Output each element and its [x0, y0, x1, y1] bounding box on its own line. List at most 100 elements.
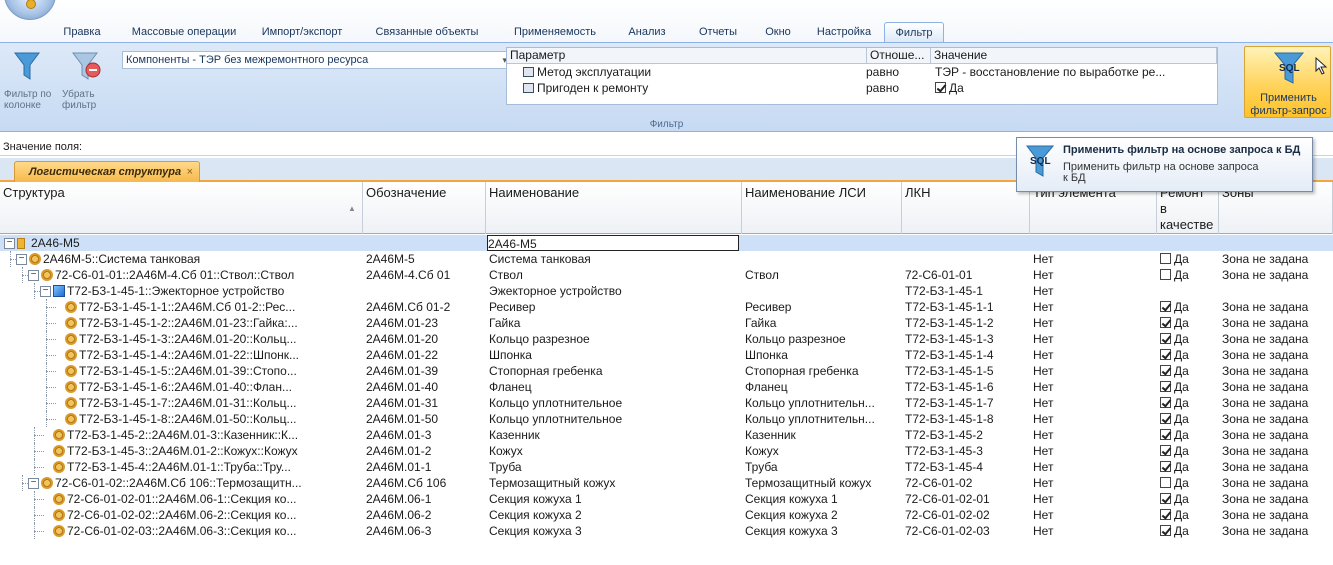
cell-lkn[interactable]: 72-С6-01-02 — [905, 475, 1028, 491]
cell-zone[interactable]: Зона не задана — [1222, 507, 1333, 523]
table-row[interactable]: Т72-Б3-1-45-1-7::2А46М.01-31::Кольц... 2А… — [0, 395, 1333, 411]
cell-lsi-name[interactable]: Шпонка — [745, 347, 900, 363]
cell-structure[interactable]: Т72-Б3-1-45-1::Эжекторное устройство — [67, 283, 361, 299]
collapse-toggle[interactable]: − — [16, 254, 27, 265]
cell-designation[interactable] — [366, 283, 484, 299]
cell-zone[interactable]: Зона не задана — [1222, 459, 1333, 475]
cell-zone[interactable]: Зона не задана — [1222, 267, 1333, 283]
table-row[interactable]: Т72-Б3-1-45-2::2А46М.01-3::Казенник::К..… — [0, 427, 1333, 443]
cell-lkn[interactable]: 72-С6-01-02-01 — [905, 491, 1028, 507]
checkbox[interactable] — [1160, 525, 1171, 536]
cell-designation[interactable]: 2А46М.01-23 — [366, 315, 484, 331]
cell-repair[interactable]: Да — [1160, 331, 1218, 347]
tab-edit[interactable]: Правка — [60, 22, 104, 42]
cell-zone[interactable]: Зона не задана — [1222, 379, 1333, 395]
table-row[interactable]: 72-С6-01-02-01::2А46М.06-1::Секция ко...… — [0, 491, 1333, 507]
table-row[interactable]: Т72-Б3-1-45-1-8::2А46М.01-50::Кольц... 2А… — [0, 411, 1333, 427]
cell-structure[interactable]: 72-С6-01-02::2А46М.Сб 106::Термозащитн..… — [55, 475, 361, 491]
cell-designation[interactable]: 2А46М.01-22 — [366, 347, 484, 363]
cell-lsi-name[interactable] — [745, 235, 900, 251]
cell-name[interactable]: Фланец — [489, 379, 739, 395]
cell-zone[interactable]: Зона не задана — [1222, 523, 1333, 539]
cell-lsi-name[interactable]: Труба — [745, 459, 900, 475]
tab-applicability[interactable]: Применяемость — [508, 22, 602, 42]
cell-repair[interactable]: Да — [1160, 427, 1218, 443]
cell-name[interactable]: 2А46-М5 — [487, 235, 739, 251]
cell-name[interactable]: Секция кожуха 3 — [489, 523, 739, 539]
cell-structure[interactable]: 72-С6-01-01::2А46М-4.Сб 01::Ствол::Ствол — [55, 267, 361, 283]
cell-repair[interactable]: Да — [1160, 395, 1218, 411]
cell-element-type[interactable]: Нет — [1033, 395, 1153, 411]
table-row[interactable]: Т72-Б3-1-45-4::2А46М.01-1::Труба::Тру...… — [0, 459, 1333, 475]
cell-designation[interactable]: 2А46М.01-40 — [366, 379, 484, 395]
checkbox[interactable] — [1160, 445, 1171, 456]
collapse-toggle[interactable]: − — [28, 478, 39, 489]
cell-structure[interactable]: Т72-Б3-1-45-1-4::2А46М.01-22::Шпонк... — [79, 347, 361, 363]
cell-lsi-name[interactable]: Кольцо уплотнительн... — [745, 395, 900, 411]
cell-element-type[interactable]: Нет — [1033, 507, 1153, 523]
column-header-structure[interactable]: Структура — [0, 182, 363, 234]
table-row[interactable]: Т72-Б3-1-45-1-2::2А46М.01-23::Гайка:... 2… — [0, 315, 1333, 331]
checkbox[interactable] — [1160, 317, 1171, 328]
cell-structure[interactable]: 72-С6-01-02-03::2А46М.06-3::Секция ко... — [67, 523, 361, 539]
cell-designation[interactable]: 2А46М.01-39 — [366, 363, 484, 379]
filter-row-param[interactable]: Пригоден к ремонту — [523, 80, 853, 96]
cell-lkn[interactable]: Т72-Б3-1-45-1-6 — [905, 379, 1028, 395]
cell-lsi-name[interactable] — [745, 251, 900, 267]
doc-tab-logistic-structure[interactable]: Логистическая структура × — [14, 161, 200, 182]
cell-element-type[interactable]: Нет — [1033, 251, 1153, 267]
cell-name[interactable]: Секция кожуха 2 — [489, 507, 739, 523]
checkbox[interactable] — [1160, 253, 1171, 264]
cell-name[interactable]: Гайка — [489, 315, 739, 331]
cell-element-type[interactable]: Нет — [1033, 331, 1153, 347]
cell-name[interactable]: Ствол — [489, 267, 739, 283]
cell-designation[interactable]: 2А46М.Сб 01-2 — [366, 299, 484, 315]
cell-lsi-name[interactable]: Секция кожуха 2 — [745, 507, 900, 523]
cell-lkn[interactable]: Т72-Б3-1-45-3 — [905, 443, 1028, 459]
table-row[interactable]: − 2А46-М5 2А46-М5 — [0, 235, 1333, 251]
checkbox[interactable] — [1160, 365, 1171, 376]
cell-name[interactable]: Казенник — [489, 427, 739, 443]
cell-repair[interactable]: Да — [1160, 411, 1218, 427]
table-row[interactable]: Т72-Б3-1-45-1-5::2А46М.01-39::Стопо... 2А… — [0, 363, 1333, 379]
table-row[interactable]: Т72-Б3-1-45-1-4::2А46М.01-22::Шпонк... 2А… — [0, 347, 1333, 363]
cell-repair[interactable]: Да — [1160, 251, 1218, 267]
cell-zone[interactable]: Зона не задана — [1222, 427, 1333, 443]
filter-row-param[interactable]: Метод эксплуатации — [523, 64, 853, 80]
column-header-name[interactable]: Наименование — [486, 182, 742, 234]
cell-repair[interactable] — [1160, 283, 1218, 299]
cell-structure[interactable]: Т72-Б3-1-45-3::2А46М.01-2::Кожух::Кожух — [67, 443, 361, 459]
cell-designation[interactable]: 2А46М.01-50 — [366, 411, 484, 427]
filter-header-relation[interactable]: Отноше... — [867, 48, 931, 64]
table-row[interactable]: Т72-Б3-1-45-1-1::2А46М.Сб 01-2::Рес... 2А… — [0, 299, 1333, 315]
table-row[interactable]: Т72-Б3-1-45-1-3::2А46М.01-20::Кольц... 2А… — [0, 331, 1333, 347]
column-header-lsi-name[interactable]: Наименование ЛСИ — [742, 182, 902, 234]
cell-structure[interactable]: 2А46М-5::Система танковая — [43, 251, 361, 267]
cell-lkn[interactable]: Т72-Б3-1-45-1-4 — [905, 347, 1028, 363]
cell-lkn[interactable]: Т72-Б3-1-45-1-7 — [905, 395, 1028, 411]
cell-repair[interactable]: Да — [1160, 443, 1218, 459]
collapse-toggle[interactable]: − — [4, 238, 15, 249]
checkbox[interactable] — [1160, 349, 1171, 360]
cell-element-type[interactable]: Нет — [1033, 299, 1153, 315]
cell-zone[interactable]: Зона не задана — [1222, 331, 1333, 347]
cell-zone[interactable]: Зона не задана — [1222, 251, 1333, 267]
cell-repair[interactable]: Да — [1160, 347, 1218, 363]
cell-structure[interactable]: Т72-Б3-1-45-2::2А46М.01-3::Казенник::К..… — [67, 427, 361, 443]
cell-structure[interactable]: Т72-Б3-1-45-1-6::2А46М.01-40::Флан... — [79, 379, 361, 395]
cell-zone[interactable]: Зона не задана — [1222, 475, 1333, 491]
cell-name[interactable]: Стопорная гребенка — [489, 363, 739, 379]
checkbox[interactable] — [935, 82, 946, 93]
cell-name[interactable]: Термозащитный кожух — [489, 475, 739, 491]
column-header-designation[interactable]: Обозначение — [363, 182, 486, 234]
table-row[interactable]: − 72-С6-01-02::2А46М.Сб 106::Термозащитн.… — [0, 475, 1333, 491]
cell-element-type[interactable]: Нет — [1033, 315, 1153, 331]
cell-lsi-name[interactable]: Ресивер — [745, 299, 900, 315]
cell-repair[interactable]: Да — [1160, 475, 1218, 491]
cell-structure[interactable]: Т72-Б3-1-45-1-2::2А46М.01-23::Гайка:... — [79, 315, 361, 331]
table-row[interactable]: Т72-Б3-1-45-3::2А46М.01-2::Кожух::Кожух 2… — [0, 443, 1333, 459]
cell-repair[interactable]: Да — [1160, 523, 1218, 539]
cell-lsi-name[interactable] — [745, 283, 900, 299]
checkbox[interactable] — [1160, 269, 1171, 280]
cell-designation[interactable]: 2А46М.Сб 106 — [366, 475, 484, 491]
